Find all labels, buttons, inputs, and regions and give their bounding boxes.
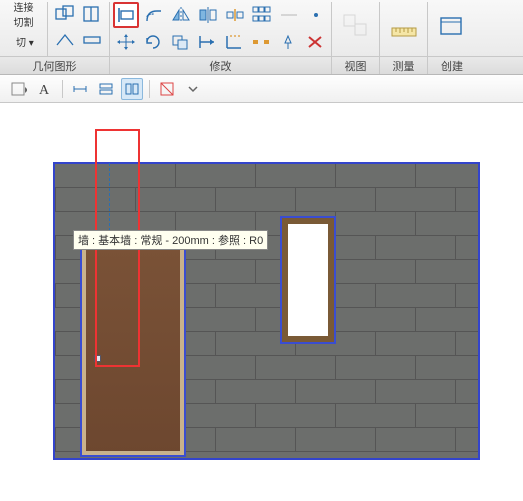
ribbon-group-create <box>428 2 476 56</box>
mirror-draw-button[interactable] <box>196 3 220 27</box>
opt-prefer-button[interactable] <box>95 78 117 100</box>
split-element-button[interactable] <box>223 3 247 27</box>
rotate-button[interactable] <box>141 30 165 54</box>
text-tool-button[interactable]: A <box>34 78 56 100</box>
extend-button <box>277 3 301 27</box>
ribbon-group-view <box>332 2 380 56</box>
element-tooltip: 墙 : 基本墙 : 常规 - 200mm : 参照 : R0 <box>73 230 268 250</box>
separator <box>62 80 63 98</box>
join-geometry-button[interactable] <box>53 2 77 26</box>
group-label-measure: 测量 <box>380 57 428 74</box>
trim-corner-button[interactable] <box>222 30 246 54</box>
mirror-axis-button[interactable] <box>169 3 193 27</box>
cope-button[interactable] <box>53 28 77 52</box>
array-button[interactable] <box>250 3 274 27</box>
wall-joins-button[interactable] <box>80 28 104 52</box>
window-element[interactable] <box>282 218 334 342</box>
copy-button[interactable] <box>168 30 192 54</box>
options-bar: A <box>0 75 523 103</box>
opt-dropdown[interactable] <box>182 78 204 100</box>
scale-button[interactable] <box>304 3 328 27</box>
ribbon-group-modify <box>110 2 332 56</box>
group-label-create: 创建 <box>428 57 476 74</box>
separator <box>149 80 150 98</box>
svg-text:A: A <box>39 83 50 97</box>
modify-dropdown[interactable] <box>8 78 30 100</box>
ribbon-group-labels: 几何图形 修改 视图 测量 创建 <box>0 56 523 74</box>
group-label-view: 视图 <box>332 57 380 74</box>
ribbon-group-measure <box>380 2 428 56</box>
trim-extend-button[interactable] <box>195 30 219 54</box>
cut-dropdown[interactable]: 切 ▾ <box>13 30 37 54</box>
ribbon-group-geometry <box>48 2 110 56</box>
filter-button[interactable] <box>156 78 178 100</box>
pin-button[interactable] <box>276 30 300 54</box>
measure-button[interactable] <box>386 8 422 44</box>
connect-cut-button[interactable]: 连接切割 <box>13 2 37 26</box>
move-button[interactable] <box>114 30 138 54</box>
split-gap-button[interactable] <box>249 30 273 54</box>
group-label-geometry: 几何图形 <box>0 57 110 74</box>
offset-button[interactable] <box>142 3 166 27</box>
multiple-align-button[interactable] <box>121 78 143 100</box>
ribbon: 连接切割 切 ▾ <box>0 0 523 75</box>
ribbon-group-left: 连接切割 切 ▾ <box>2 2 48 56</box>
model-canvas[interactable]: 墙 : 基本墙 : 常规 - 200mm : 参照 : R0 <box>0 103 523 501</box>
activate-dimensions-button[interactable] <box>69 78 91 100</box>
align-button[interactable] <box>113 2 139 28</box>
svg-text:切 ▾: 切 ▾ <box>16 37 34 49</box>
view-button <box>338 8 374 44</box>
split-geometry-button[interactable] <box>80 2 104 26</box>
delete-button[interactable] <box>303 30 327 54</box>
group-label-modify: 修改 <box>110 57 332 74</box>
ribbon-top: 连接切割 切 ▾ <box>0 0 523 56</box>
create-button[interactable] <box>434 8 470 44</box>
